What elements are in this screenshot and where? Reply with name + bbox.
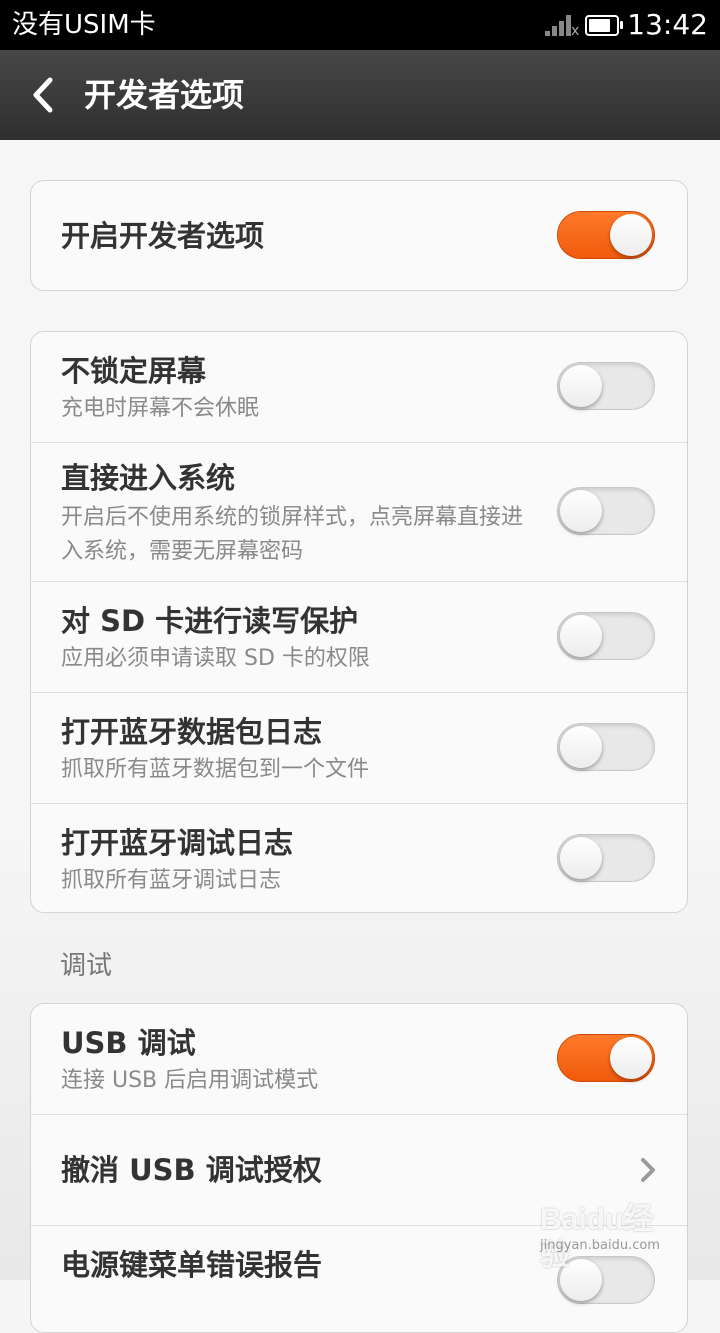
toggle-knob [560, 615, 602, 657]
watermark-url: jingyan.baidu.com [540, 1238, 660, 1253]
debug-card: USB 调试 连接 USB 后启用调试模式 撤消 USB 调试授权 电源键菜单错… [30, 1003, 688, 1333]
no-lock-toggle[interactable] [557, 362, 655, 410]
option-row-sd-protect[interactable]: 对 SD 卡进行读写保护 应用必须申请读取 SD 卡的权限 [31, 581, 687, 692]
bt-debug-log-toggle[interactable] [557, 834, 655, 882]
status-bar: 没有USIM卡 x 13:42 [0, 0, 720, 50]
toggle-knob [560, 726, 602, 768]
bt-packet-log-toggle[interactable] [557, 723, 655, 771]
direct-boot-toggle[interactable] [557, 487, 655, 535]
toggle-knob [560, 365, 602, 407]
master-toggle-card: 开启开发者选项 [30, 180, 688, 291]
option-title: USB 调试 [61, 1026, 196, 1060]
option-row-bt-packet-log[interactable]: 打开蓝牙数据包日志 抓取所有蓝牙数据包到一个文件 [31, 692, 687, 803]
option-title: 打开蓝牙调试日志 [61, 826, 294, 860]
baidu-watermark: Baidu经验 jingyan.baidu.com [540, 1202, 680, 1272]
chevron-right-icon [641, 1158, 655, 1182]
option-row-no-lock[interactable]: 不锁定屏幕 充电时屏幕不会休眠 [31, 332, 687, 442]
option-subtitle: 抓取所有蓝牙数据包到一个文件 [61, 757, 370, 782]
status-icons: x 13:42 [545, 9, 708, 41]
option-subtitle: 充电时屏幕不会休眠 [61, 396, 260, 421]
option-subtitle: 开启后不使用系统的锁屏样式，点亮屏幕直接进入系统，需要无屏幕密码 [61, 505, 524, 564]
usb-debug-toggle[interactable] [557, 1034, 655, 1082]
master-toggle-row[interactable]: 开启开发者选项 [31, 181, 687, 290]
sd-protect-toggle[interactable] [557, 612, 655, 660]
option-row-bt-debug-log[interactable]: 打开蓝牙调试日志 抓取所有蓝牙调试日志 [31, 803, 687, 912]
option-title: 电源键菜单错误报告 [61, 1248, 323, 1282]
battery-icon [585, 14, 624, 36]
option-row-direct-boot[interactable]: 直接进入系统 开启后不使用系统的锁屏样式，点亮屏幕直接进入系统，需要无屏幕密码 [31, 442, 687, 581]
option-subtitle: 连接 USB 后启用调试模式 [61, 1068, 319, 1093]
master-toggle-switch[interactable] [557, 211, 655, 259]
option-title: 对 SD 卡进行读写保护 [61, 604, 359, 638]
option-subtitle: 抓取所有蓝牙调试日志 [61, 868, 282, 893]
settings-content: 开启开发者选项 不锁定屏幕 充电时屏幕不会休眠 直接进入系统 开启后不使用系统的… [0, 140, 720, 1333]
toggle-knob [610, 1037, 652, 1079]
options-card: 不锁定屏幕 充电时屏幕不会休眠 直接进入系统 开启后不使用系统的锁屏样式，点亮屏… [30, 331, 688, 913]
back-arrow-icon[interactable] [20, 70, 70, 120]
option-row-usb-debug[interactable]: USB 调试 连接 USB 后启用调试模式 [31, 1004, 687, 1114]
option-title: 打开蓝牙数据包日志 [61, 715, 323, 749]
toggle-knob [560, 837, 602, 879]
master-toggle-label: 开启开发者选项 [61, 219, 265, 253]
option-title: 不锁定屏幕 [61, 354, 207, 388]
signal-icon: x [545, 14, 579, 38]
option-title: 直接进入系统 [61, 461, 236, 495]
option-subtitle: 应用必须申请读取 SD 卡的权限 [61, 646, 370, 671]
toggle-knob [560, 490, 602, 532]
carrier-label: 没有USIM卡 [12, 10, 156, 40]
debug-section-header: 调试 [60, 951, 113, 981]
page-title: 开发者选项 [84, 76, 245, 114]
title-bar: 开发者选项 [0, 50, 720, 140]
toggle-knob [610, 214, 652, 256]
option-title: 撤消 USB 调试授权 [61, 1153, 322, 1187]
clock: 13:42 [627, 8, 708, 41]
